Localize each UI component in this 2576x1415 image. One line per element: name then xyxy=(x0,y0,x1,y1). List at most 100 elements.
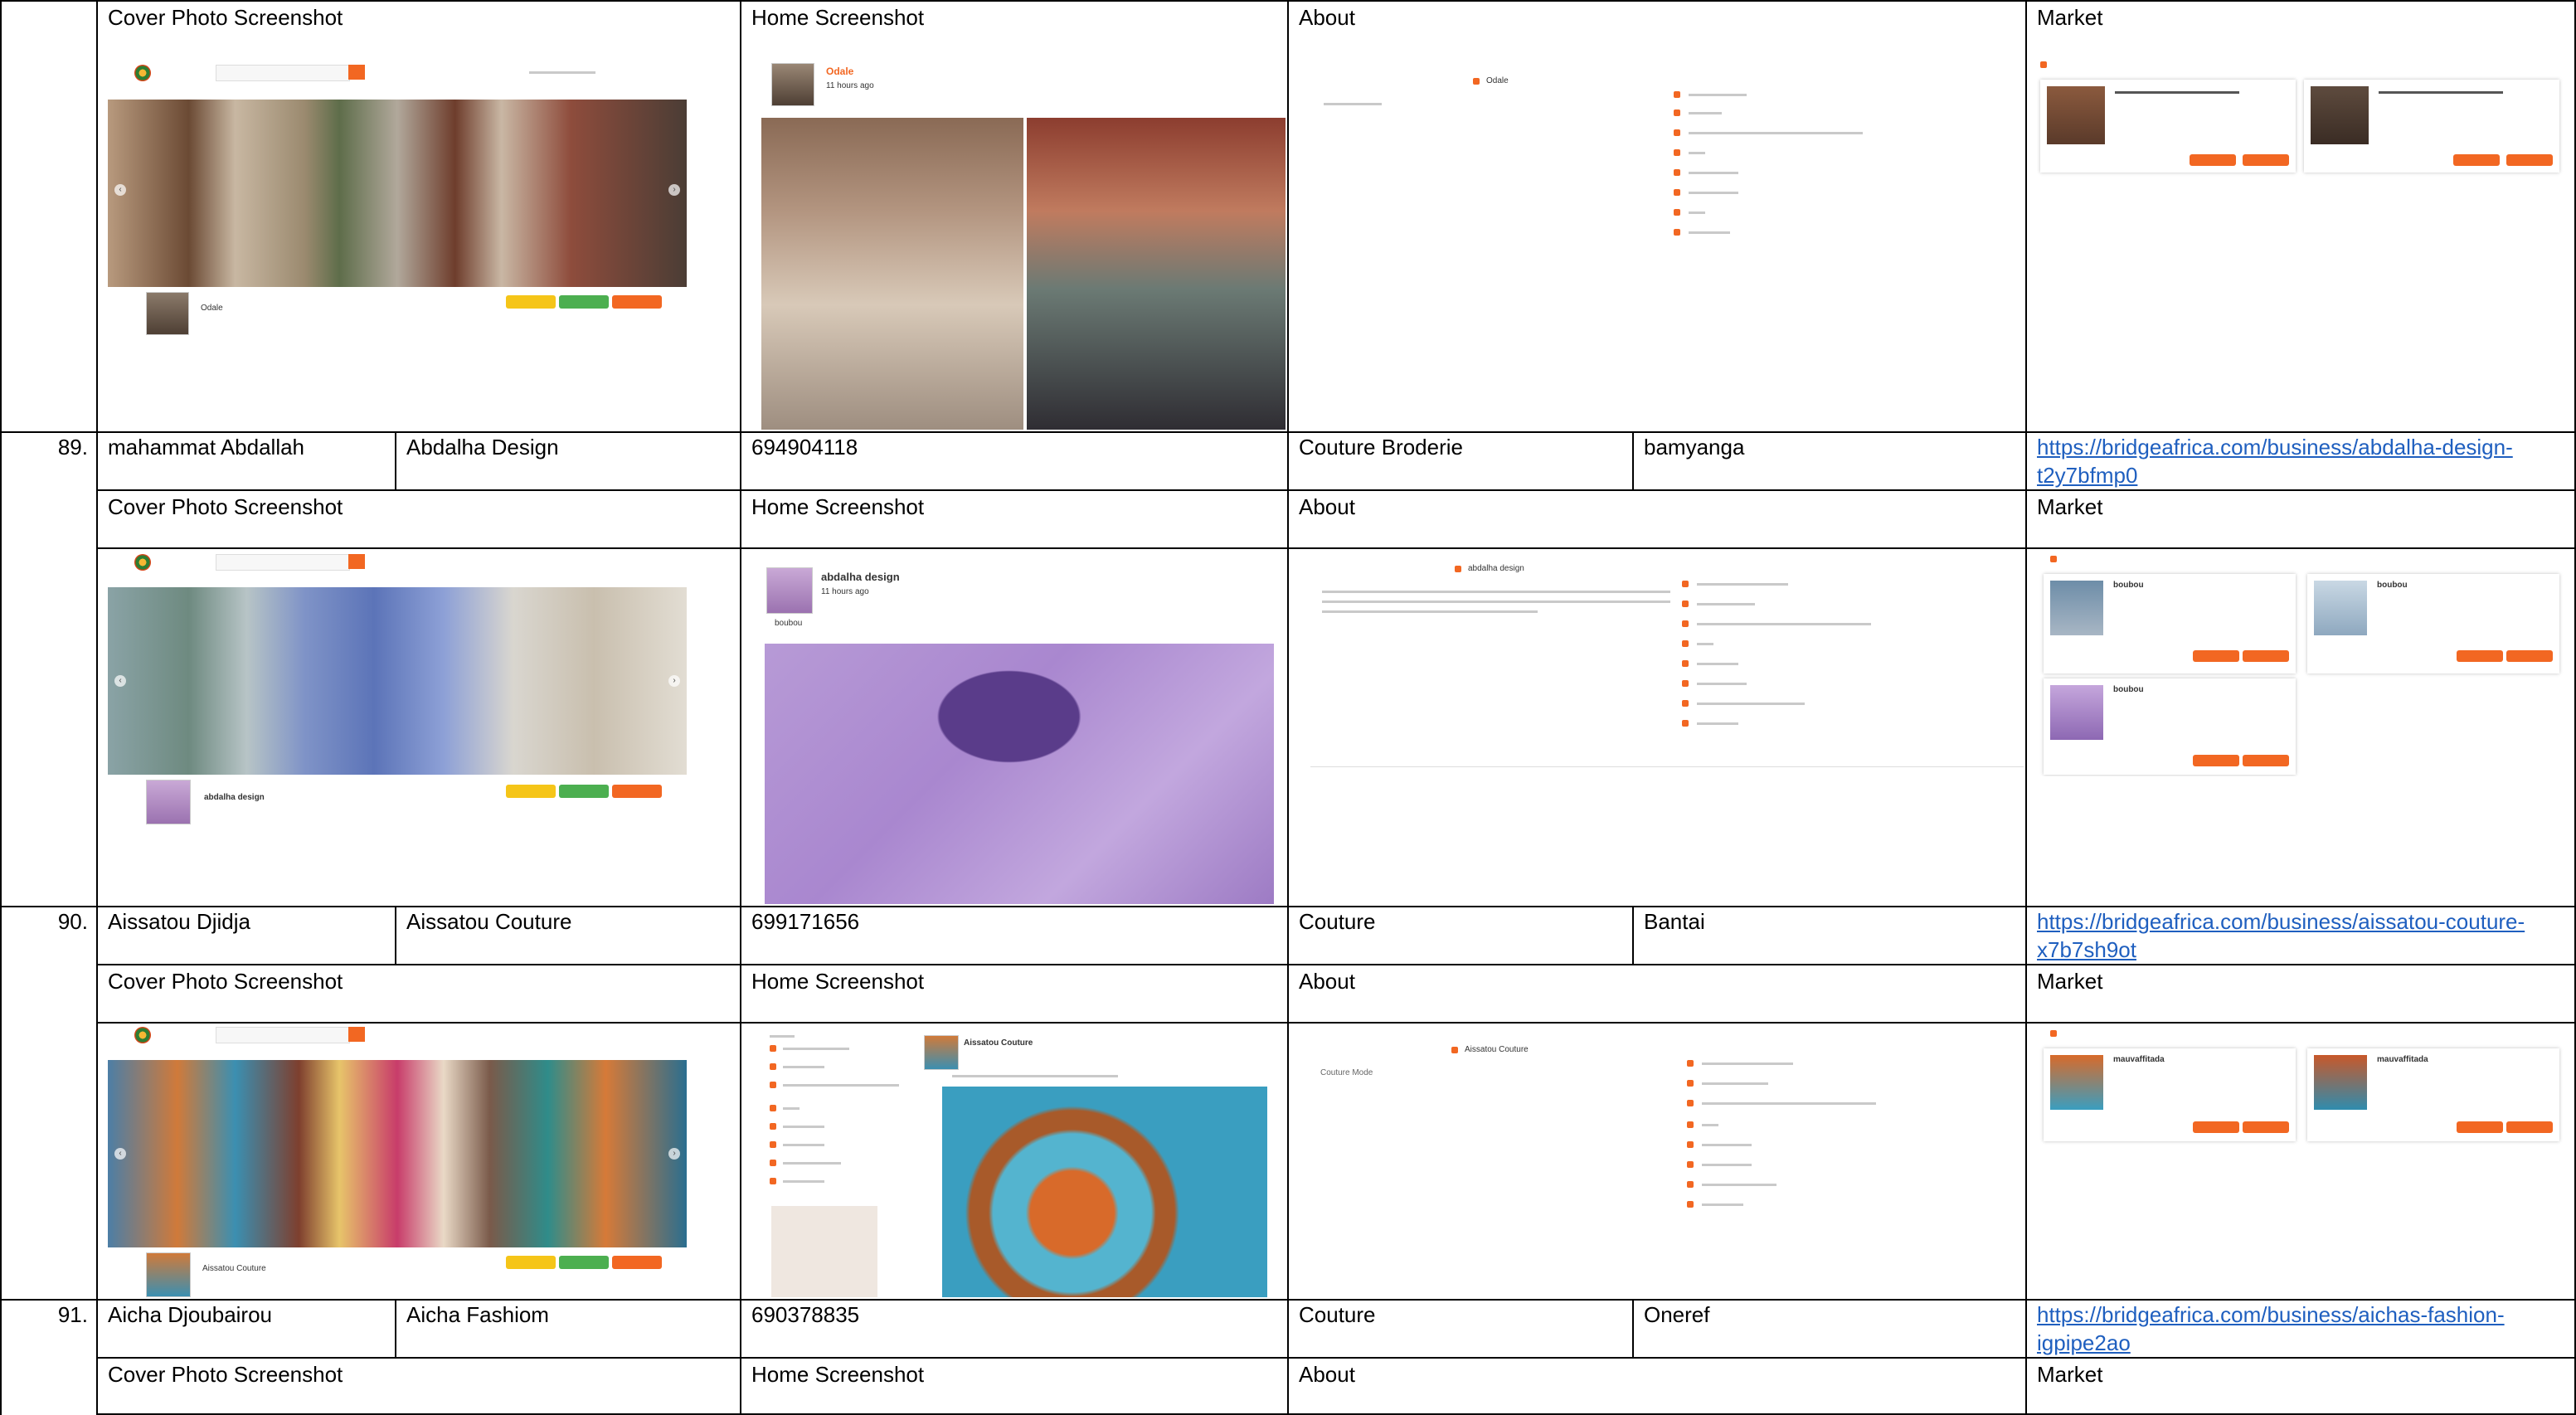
buy-now-button[interactable] xyxy=(2193,1121,2239,1133)
call-button[interactable] xyxy=(559,785,609,798)
business-name: Abdalha Design xyxy=(406,435,559,460)
rule xyxy=(395,906,396,964)
business-category: Couture xyxy=(1299,909,1376,934)
message-button[interactable] xyxy=(506,1256,556,1269)
market-item-name: boubou xyxy=(2377,581,2408,590)
carousel-next-icon[interactable]: › xyxy=(668,675,680,687)
market-card: mauvaffitada xyxy=(2044,1048,2296,1141)
add-to-cart-button[interactable] xyxy=(2243,755,2289,766)
carousel-prev-icon[interactable]: ‹ xyxy=(114,1148,126,1160)
cover-screenshot: ‹ › Aissatou Couture xyxy=(98,1024,687,1297)
owner-name: mahammat Abdallah xyxy=(108,435,305,460)
phone-number: 690378835 xyxy=(751,1302,860,1327)
avatar xyxy=(146,1252,191,1297)
home-photo xyxy=(942,1087,1267,1297)
business-name: Aicha Fashiom xyxy=(406,1302,549,1327)
business-profile-link[interactable]: https://bridgeafrica.com/business/abdalh… xyxy=(2037,433,2568,489)
buy-now-button[interactable] xyxy=(2457,1121,2503,1133)
owner-name: Aissatou Djidja xyxy=(108,909,250,934)
direction-button[interactable] xyxy=(612,785,662,798)
header-market: Market xyxy=(2037,969,2103,994)
header-home: Home Screenshot xyxy=(751,5,925,30)
rule xyxy=(395,1299,396,1357)
home-business-name: abdalha design xyxy=(821,571,900,583)
carousel-next-icon[interactable]: › xyxy=(668,184,680,196)
row-number: 90. xyxy=(57,909,88,934)
home-screenshot: abdalha design 11 hours ago boubou xyxy=(761,561,1286,904)
home-screenshot: Odale 11 hours ago xyxy=(761,55,1286,430)
header-about: About xyxy=(1299,5,1355,30)
avatar xyxy=(924,1035,959,1070)
message-button[interactable] xyxy=(506,295,556,309)
header-cover: Cover Photo Screenshot xyxy=(108,494,343,519)
phone-number: 699171656 xyxy=(751,909,860,934)
home-business-name: Odale xyxy=(826,66,854,77)
rule xyxy=(2025,0,2027,1415)
add-to-cart-button[interactable] xyxy=(2506,1121,2553,1133)
home-post-time: 11 hours ago xyxy=(821,587,869,596)
about-screenshot: abdalha design xyxy=(1310,561,2024,768)
rule xyxy=(1632,431,1634,489)
home-screenshot: Aissatou Couture xyxy=(761,1030,1286,1297)
add-to-cart-button[interactable] xyxy=(2506,650,2553,662)
rule xyxy=(96,1357,2576,1359)
call-button[interactable] xyxy=(559,1256,609,1269)
business-profile-link[interactable]: https://bridgeafrica.com/business/aissat… xyxy=(2037,907,2568,964)
header-market: Market xyxy=(2037,5,2103,30)
market-card: boubou xyxy=(2307,574,2559,673)
rule xyxy=(395,431,396,489)
direction-button[interactable] xyxy=(612,295,662,309)
about-business-subtitle: Couture Mode xyxy=(1320,1068,1373,1077)
avatar xyxy=(771,63,814,106)
add-to-cart-button[interactable] xyxy=(2243,154,2289,166)
rule xyxy=(0,0,2,1415)
rule xyxy=(96,964,2576,965)
add-to-cart-button[interactable] xyxy=(2506,154,2553,166)
rule xyxy=(1287,0,1289,1415)
about-business-name: Aissatou Couture xyxy=(1465,1045,1529,1054)
market-card: boubou xyxy=(2044,678,2296,775)
call-button[interactable] xyxy=(559,295,609,309)
buy-now-button[interactable] xyxy=(2453,154,2500,166)
cover-screenshot: ‹ › Odale xyxy=(98,55,687,347)
rule xyxy=(1632,1299,1634,1357)
add-to-cart-button[interactable] xyxy=(2243,1121,2289,1133)
market-card: boubou xyxy=(2044,574,2296,673)
carousel-prev-icon[interactable]: ‹ xyxy=(114,184,126,196)
direction-button[interactable] xyxy=(612,1256,662,1269)
row-number: 91. xyxy=(57,1302,88,1327)
buy-now-button[interactable] xyxy=(2193,650,2239,662)
bridge-africa-logo-icon xyxy=(134,1027,151,1043)
message-button[interactable] xyxy=(506,785,556,798)
business-profile-link[interactable]: https://bridgeafrica.com/business/aichas… xyxy=(2037,1301,2568,1357)
market-item-name: boubou xyxy=(2113,685,2144,694)
market-card xyxy=(2040,80,2296,173)
row-number: 89. xyxy=(57,435,88,460)
header-home: Home Screenshot xyxy=(751,969,925,994)
header-about: About xyxy=(1299,969,1355,994)
avatar xyxy=(146,780,191,824)
document-page: Cover Photo Screenshot Home Screenshot A… xyxy=(0,0,2576,1415)
home-business-name: Aissatou Couture xyxy=(964,1038,1033,1048)
header-cover: Cover Photo Screenshot xyxy=(108,1362,343,1387)
home-post-time: 11 hours ago xyxy=(826,81,874,90)
buy-now-button[interactable] xyxy=(2457,650,2503,662)
cover-photo xyxy=(108,587,687,775)
header-market: Market xyxy=(2037,1362,2103,1387)
market-card xyxy=(2304,80,2559,173)
business-location: Oneref xyxy=(1644,1302,1710,1327)
business-category: Couture Broderie xyxy=(1299,435,1463,460)
header-cover: Cover Photo Screenshot xyxy=(108,969,343,994)
rule xyxy=(96,489,2576,491)
cover-business-name: Odale xyxy=(201,304,223,313)
carousel-prev-icon[interactable]: ‹ xyxy=(114,675,126,687)
buy-now-button[interactable] xyxy=(2193,755,2239,766)
market-screenshot: boubou boubou boubou xyxy=(2037,552,2568,776)
rule xyxy=(740,0,741,1415)
add-to-cart-button[interactable] xyxy=(2243,650,2289,662)
phone-number: 694904118 xyxy=(751,435,858,460)
carousel-next-icon[interactable]: › xyxy=(668,1148,680,1160)
header-home: Home Screenshot xyxy=(751,1362,925,1387)
buy-now-button[interactable] xyxy=(2190,154,2236,166)
market-screenshot: mauvaffitada mauvaffitada xyxy=(2037,1025,2568,1150)
